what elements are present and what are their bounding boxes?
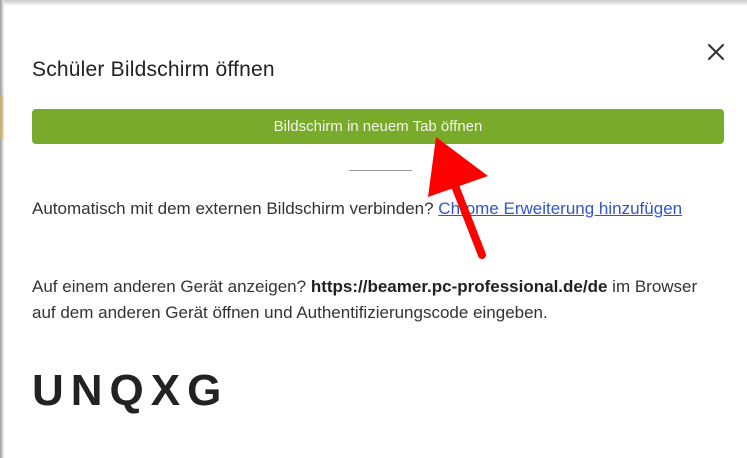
other-device-prompt: Auf einem anderen Gerät anzeigen? (32, 277, 311, 296)
dialog-title: Schüler Bildschirm öffnen (32, 58, 275, 81)
extension-paragraph: Automatisch mit dem externen Bildschirm … (32, 196, 722, 222)
open-in-new-tab-button[interactable]: Bildschirm in neuem Tab öffnen (32, 109, 724, 144)
add-chrome-extension-link[interactable]: Chrome Erweiterung hinzufügen (438, 199, 682, 218)
auth-code: UNQXG (32, 366, 229, 415)
close-icon (708, 44, 724, 60)
other-device-paragraph: Auf einem anderen Gerät anzeigen? https:… (32, 274, 722, 326)
screen: Schüler Bildschirm öffnen Bildschirm in … (0, 0, 747, 458)
divider (349, 170, 412, 171)
other-device-url: https://beamer.pc-professional.de/de (310, 277, 608, 296)
student-screen-dialog: Schüler Bildschirm öffnen Bildschirm in … (4, 6, 747, 458)
background-accent (0, 95, 3, 140)
extension-prompt: Automatisch mit dem externen Bildschirm … (32, 199, 439, 218)
close-button[interactable] (704, 40, 728, 64)
